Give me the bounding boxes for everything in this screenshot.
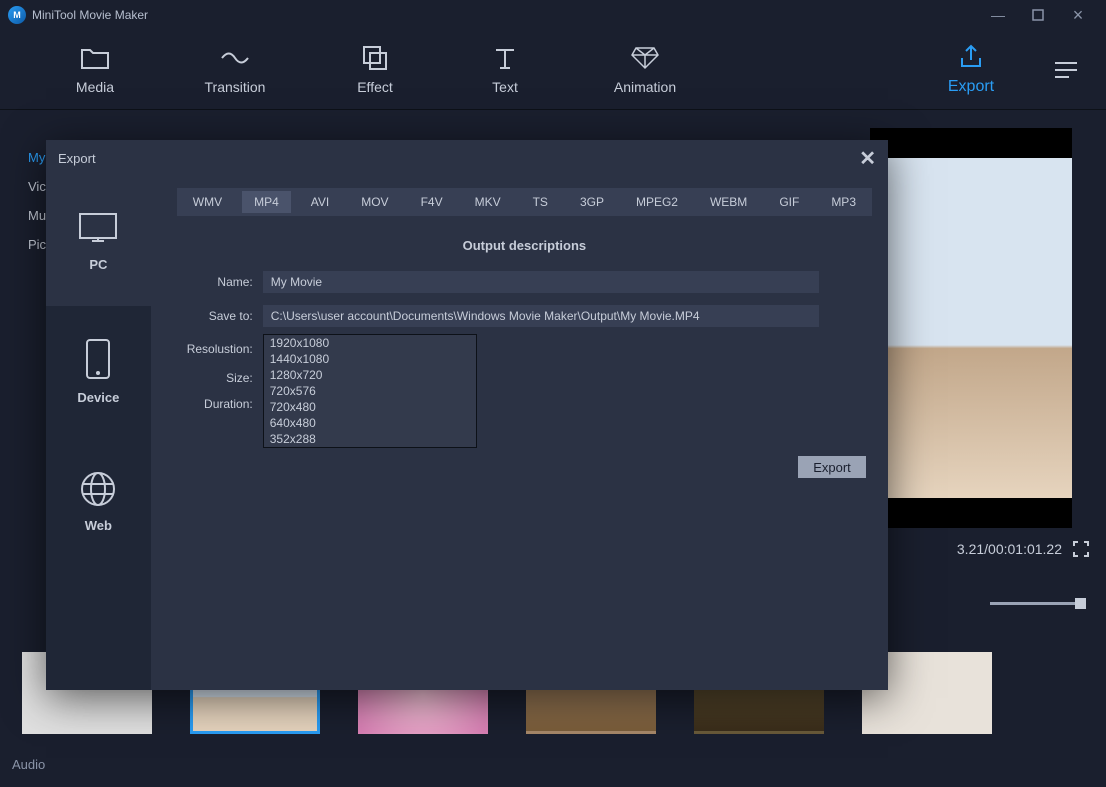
export-icon: [958, 44, 984, 70]
maximize-button[interactable]: [1018, 0, 1058, 30]
name-input[interactable]: [263, 271, 819, 293]
resolution-option[interactable]: 640x480: [264, 415, 476, 431]
export-button[interactable]: Export: [798, 456, 866, 478]
minimize-button[interactable]: —: [978, 0, 1018, 30]
toolbar-transition[interactable]: Transition: [160, 45, 310, 95]
format-tab-mpeg2[interactable]: MPEG2: [624, 191, 690, 213]
hamburger-menu-button[interactable]: [1026, 60, 1106, 80]
saveto-input[interactable]: [263, 305, 819, 327]
toolbar-effect[interactable]: Effect: [310, 45, 440, 95]
export-target-pc[interactable]: PC: [46, 176, 151, 306]
modal-close-button[interactable]: ✕: [859, 146, 876, 171]
resolution-dropdown: 1920x1080 1440x1080 1280x720 720x576 720…: [263, 334, 477, 448]
format-tab-mov[interactable]: MOV: [349, 191, 400, 213]
close-button[interactable]: ×: [1058, 0, 1098, 30]
resolution-option[interactable]: 1280x720: [264, 367, 476, 383]
toolbar-transition-label: Transition: [205, 79, 266, 95]
resolution-option[interactable]: 1920x1080: [264, 335, 476, 351]
toolbar-media-label: Media: [76, 79, 114, 95]
format-tab-gif[interactable]: GIF: [767, 191, 811, 213]
toolbar-effect-label: Effect: [357, 79, 393, 95]
audio-track-label: Audio: [12, 757, 45, 772]
resolution-option[interactable]: 1440x1080: [264, 351, 476, 367]
format-tab-ts[interactable]: TS: [521, 191, 560, 213]
transition-icon: [220, 45, 250, 71]
sidelabel-1[interactable]: Vic: [28, 179, 46, 194]
format-tab-webm[interactable]: WEBM: [698, 191, 759, 213]
toolbar-text-label: Text: [492, 79, 518, 95]
format-tab-f4v[interactable]: F4V: [409, 191, 455, 213]
preview-time: 3.21/00:01:01.22: [957, 541, 1062, 557]
resolution-option[interactable]: 720x480: [264, 399, 476, 415]
output-descriptions-heading: Output descriptions: [177, 238, 872, 253]
diamond-icon: [630, 45, 660, 71]
modal-title: Export: [58, 151, 859, 166]
zoom-slider[interactable]: [990, 602, 1086, 605]
format-tab-mp4[interactable]: MP4: [242, 191, 291, 213]
name-label: Name:: [177, 275, 263, 289]
export-target-device-label: Device: [77, 390, 119, 405]
resolution-option[interactable]: 352x288: [264, 431, 476, 447]
export-target-web-label: Web: [85, 518, 112, 533]
resolution-option[interactable]: 720x576: [264, 383, 476, 399]
titlebar: M MiniTool Movie Maker — ×: [0, 0, 1106, 30]
toolbar-export-label: Export: [948, 78, 994, 96]
preview-image: [870, 158, 1072, 498]
main-toolbar: Media Transition Effect Text Animation E…: [0, 30, 1106, 110]
globe-icon: [79, 470, 117, 508]
saveto-label: Save to:: [177, 309, 263, 323]
duration-label: Duration:: [177, 397, 263, 411]
sidelabel-2[interactable]: Mu: [28, 208, 46, 223]
folder-icon: [80, 45, 110, 71]
preview-panel: 3.21/00:01:01.22: [870, 128, 1090, 558]
preview-frame: [870, 128, 1072, 528]
toolbar-export[interactable]: Export: [916, 44, 1026, 96]
export-target-web[interactable]: Web: [46, 436, 151, 566]
text-icon: [492, 45, 518, 71]
format-tab-mkv[interactable]: MKV: [463, 191, 513, 213]
size-label: Size:: [177, 371, 263, 385]
sidelabel-0[interactable]: My: [28, 150, 46, 165]
format-tabs: WMV MP4 AVI MOV F4V MKV TS 3GP MPEG2 WEB…: [177, 188, 872, 216]
modal-header: Export ✕: [46, 140, 888, 176]
monitor-icon: [77, 211, 119, 247]
preview-controls: 3.21/00:01:01.22: [870, 540, 1090, 558]
toolbar-text[interactable]: Text: [440, 45, 570, 95]
export-modal: Export ✕ PC Device Web: [46, 140, 888, 690]
export-target-pc-label: PC: [89, 257, 107, 272]
app-logo-icon: M: [8, 6, 26, 24]
modal-main: WMV MP4 AVI MOV F4V MKV TS 3GP MPEG2 WEB…: [151, 176, 888, 690]
toolbar-animation[interactable]: Animation: [570, 45, 720, 95]
phone-icon: [84, 338, 112, 380]
format-tab-avi[interactable]: AVI: [299, 191, 341, 213]
app-title: MiniTool Movie Maker: [32, 8, 978, 22]
export-target-device[interactable]: Device: [46, 306, 151, 436]
toolbar-animation-label: Animation: [614, 79, 676, 95]
format-tab-wmv[interactable]: WMV: [181, 191, 234, 213]
sidebar-labels: My Vic Mu Pic: [28, 150, 46, 252]
resolution-label: Resolustion:: [177, 342, 263, 356]
modal-sidebar: PC Device Web: [46, 176, 151, 690]
fullscreen-icon[interactable]: [1072, 540, 1090, 558]
format-tab-mp3[interactable]: MP3: [819, 191, 868, 213]
sidelabel-3[interactable]: Pic: [28, 237, 46, 252]
toolbar-media[interactable]: Media: [30, 45, 160, 95]
zoom-slider-handle[interactable]: [1075, 598, 1086, 609]
effect-icon: [362, 45, 388, 71]
format-tab-3gp[interactable]: 3GP: [568, 191, 616, 213]
